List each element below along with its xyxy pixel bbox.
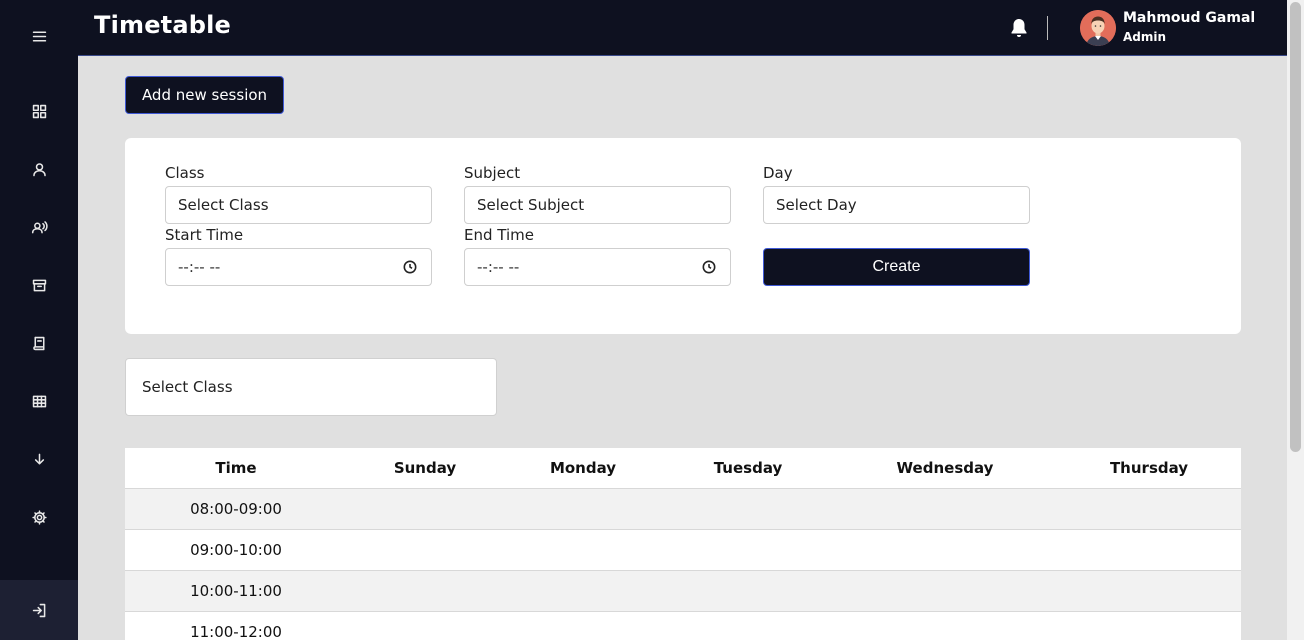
avatar[interactable] bbox=[1080, 10, 1116, 46]
clock-icon[interactable] bbox=[702, 260, 716, 274]
add-new-session-button[interactable]: Add new session bbox=[125, 76, 284, 114]
time-slot: 11:00-12:00 bbox=[190, 623, 282, 640]
column-header-time: Time bbox=[215, 459, 257, 477]
session-form: Class Select Class Subject Select Subjec… bbox=[125, 138, 1241, 334]
class-filter-value: Select Class bbox=[142, 378, 233, 396]
download-icon[interactable] bbox=[29, 449, 49, 469]
dashboard-icon[interactable] bbox=[29, 101, 49, 121]
scrollbar[interactable] bbox=[1287, 0, 1304, 640]
table-row: 11:00-12:00 bbox=[125, 612, 1241, 640]
day-select-value: Select Day bbox=[776, 196, 857, 214]
time-slot: 10:00-11:00 bbox=[190, 582, 282, 600]
time-slot: 09:00-10:00 bbox=[190, 541, 282, 559]
end-time-label: End Time bbox=[464, 226, 534, 244]
bell-icon[interactable] bbox=[1009, 17, 1029, 39]
logout-icon[interactable] bbox=[29, 600, 49, 620]
start-time-input[interactable]: --:-- -- bbox=[165, 248, 432, 286]
archive-icon[interactable] bbox=[29, 275, 49, 295]
user-name: Mahmoud Gamal bbox=[1123, 10, 1256, 26]
table-icon[interactable] bbox=[29, 391, 49, 411]
book-icon[interactable] bbox=[29, 333, 49, 353]
column-header-wednesday: Wednesday bbox=[896, 459, 994, 477]
column-header-sunday: Sunday bbox=[393, 459, 457, 477]
create-button[interactable]: Create bbox=[763, 248, 1030, 286]
day-select[interactable]: Select Day bbox=[763, 186, 1030, 224]
timetable: Time Sunday Monday Tuesday Wednesday Thu… bbox=[125, 448, 1241, 640]
top-header: Timetable Mahmoud Gamal Admin bbox=[78, 0, 1287, 56]
class-select-value: Select Class bbox=[178, 196, 269, 214]
table-row: 08:00-09:00 bbox=[125, 489, 1241, 530]
subject-select-value: Select Subject bbox=[477, 196, 585, 214]
end-time-input[interactable]: --:-- -- bbox=[464, 248, 731, 286]
start-time-value: --:-- -- bbox=[178, 258, 221, 276]
subject-label: Subject bbox=[464, 164, 521, 182]
table-row: 09:00-10:00 bbox=[125, 530, 1241, 571]
column-header-monday: Monday bbox=[549, 459, 617, 477]
table-row: 10:00-11:00 bbox=[125, 571, 1241, 612]
end-time-value: --:-- -- bbox=[477, 258, 520, 276]
sidebar bbox=[0, 0, 78, 640]
scrollbar-thumb[interactable] bbox=[1290, 2, 1301, 452]
day-label: Day bbox=[763, 164, 793, 182]
time-slot: 08:00-09:00 bbox=[190, 500, 282, 518]
user-icon[interactable] bbox=[29, 159, 49, 179]
teachers-icon[interactable] bbox=[29, 217, 49, 237]
class-filter-select[interactable]: Select Class bbox=[125, 358, 497, 416]
user-role: Admin bbox=[1123, 30, 1167, 44]
clock-icon[interactable] bbox=[403, 260, 417, 274]
timetable-header: Time Sunday Monday Tuesday Wednesday Thu… bbox=[125, 448, 1241, 489]
subject-select[interactable]: Select Subject bbox=[464, 186, 731, 224]
class-select[interactable]: Select Class bbox=[165, 186, 432, 224]
class-label: Class bbox=[165, 164, 205, 182]
column-header-thursday: Thursday bbox=[1109, 459, 1189, 477]
menu-icon[interactable] bbox=[29, 26, 49, 46]
settings-icon[interactable] bbox=[29, 507, 49, 527]
header-divider bbox=[1047, 16, 1048, 40]
column-header-tuesday: Tuesday bbox=[713, 459, 783, 477]
page-title: Timetable bbox=[94, 11, 232, 39]
start-time-label: Start Time bbox=[165, 226, 244, 244]
